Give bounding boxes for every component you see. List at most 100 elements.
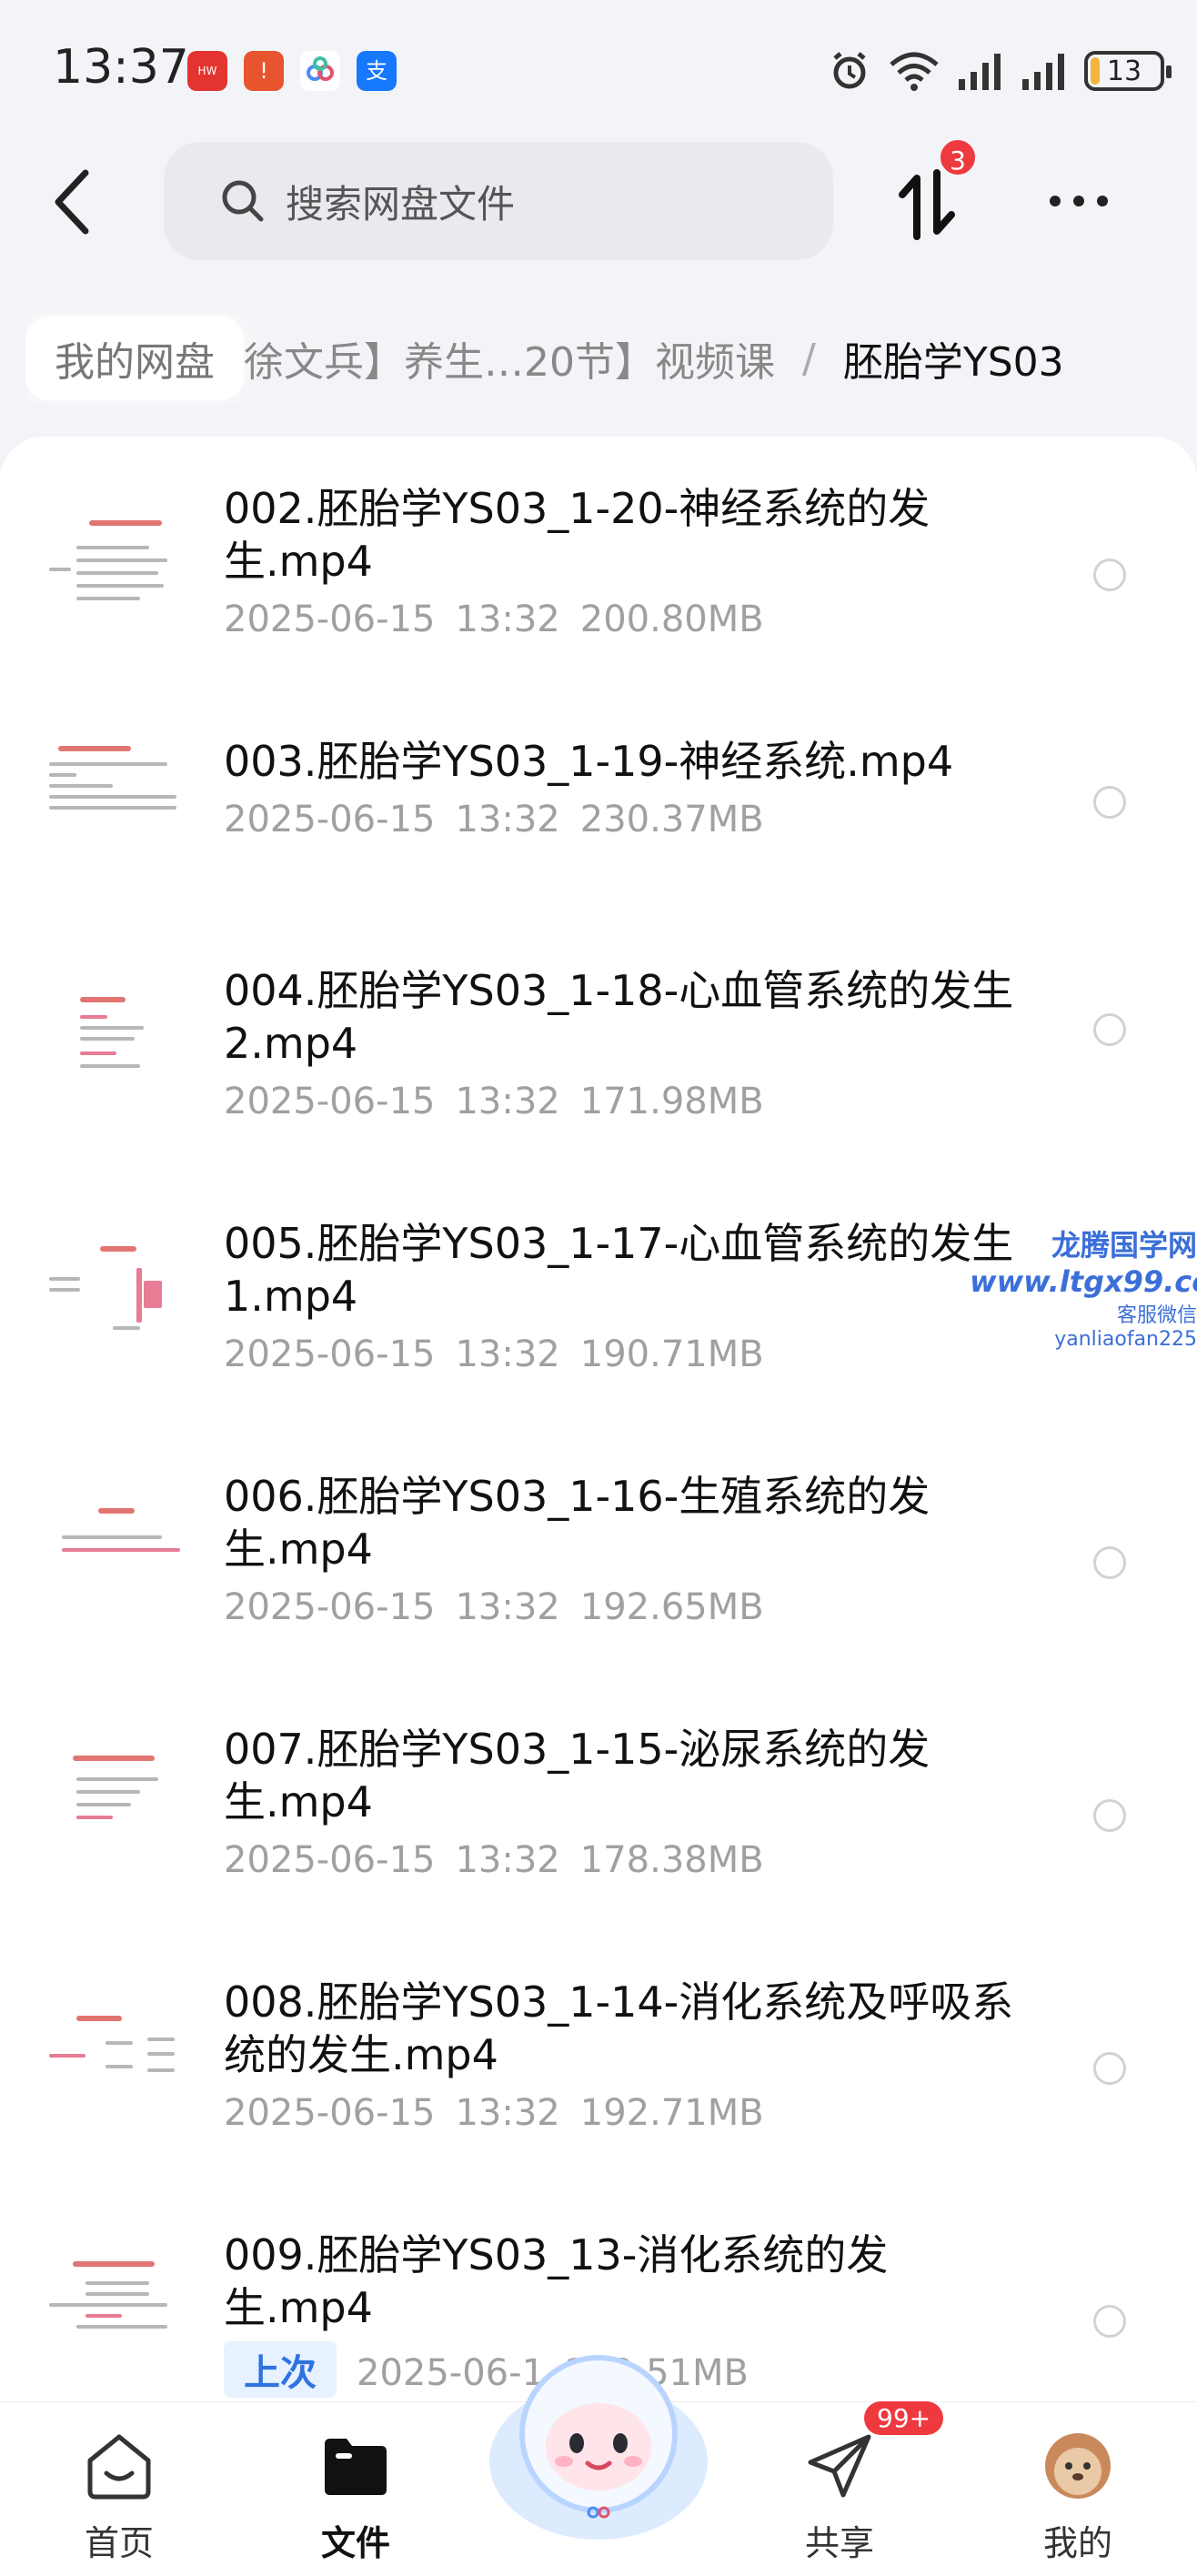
alipay-app-icon: 支 (357, 51, 397, 91)
file-time: 13:32 (455, 2092, 560, 2134)
video-thumbnail (49, 515, 195, 615)
breadcrumb-root[interactable]: 我的网盘 (25, 317, 244, 400)
file-meta: 2025-06-15 13:32 200.80MB (224, 599, 784, 640)
file-size: 230.37MB (579, 799, 764, 840)
breadcrumb-separator: / (802, 335, 816, 382)
nav-mine-label: 我的 (1042, 2523, 1112, 2563)
file-item[interactable]: 007.胚胎学YS03_1-15-泌尿系统的发生.mp4 2025-06-15 1… (0, 1723, 1197, 1976)
select-radio[interactable] (1093, 1799, 1126, 1832)
nav-files-label: 文件 (320, 2523, 390, 2563)
signal-icon (959, 54, 1001, 90)
video-thumbnail (49, 1503, 195, 1603)
file-meta: 2025-06-15 13:32 230.37MB (224, 799, 784, 840)
select-radio[interactable] (1093, 786, 1126, 819)
avatar (1045, 2433, 1111, 2499)
more-button[interactable] (1042, 178, 1115, 224)
file-date: 2025-06-15 (224, 1081, 436, 1122)
alarm-icon (833, 52, 866, 89)
watermark: 龙腾国学网 www.ltgx99.com 客服微信 yanliaofan225 (970, 1223, 1197, 1351)
file-size: 178.38MB (579, 1839, 764, 1881)
nav-mine[interactable]: 我的 (1001, 2430, 1155, 2565)
mascot-button[interactable] (480, 2334, 717, 2543)
breadcrumb-middle[interactable]: 徐文兵】养生…20节】视频课 (244, 329, 775, 387)
file-date: 2025-06-15 (224, 1586, 436, 1628)
nav-files[interactable]: 文件 (278, 2430, 433, 2565)
search-placeholder: 搜索网盘文件 (286, 181, 516, 226)
file-time: 13:32 (455, 799, 560, 840)
search-icon (222, 180, 264, 222)
nav-share[interactable]: 共享 (762, 2430, 917, 2565)
file-name: 008.胚胎学YS03_1-14-消化系统及呼吸系统的发生.mp4 (224, 1977, 1014, 2079)
file-size: 192.71MB (579, 2092, 764, 2134)
select-radio[interactable] (1093, 2052, 1126, 2085)
chevron-left-icon (55, 169, 89, 235)
file-name: 004.胚胎学YS03_1-18-心血管系统的发生2.mp4 (224, 966, 1014, 1068)
nav-home-label: 首页 (84, 2523, 154, 2563)
file-item[interactable]: 003.胚胎学YS03_1-19-神经系统.mp4 2025-06-15 13:3… (0, 735, 1197, 988)
status-time: 13:37 (53, 40, 189, 95)
watermark-title: 龙腾国学网 (1051, 1228, 1197, 1263)
battery-level: 13 (1106, 55, 1142, 87)
breadcrumb: 我的网盘 徐文兵】养生…20节】视频课 / 胚胎学YS03 (25, 313, 1197, 404)
battery-fill (1091, 57, 1101, 85)
signal-icon-2 (1022, 54, 1064, 90)
transfer-badge: 3 (937, 136, 979, 178)
file-date: 2025-06-15 (224, 2092, 436, 2134)
file-name: 007.胚胎学YS03_1-15-泌尿系统的发生.mp4 (224, 1725, 930, 1826)
select-radio[interactable] (1093, 1546, 1126, 1579)
file-meta: 2025-06-15 13:32 171.98MB (224, 1081, 784, 1122)
file-item[interactable]: 002.胚胎学YS03_1-20-神经系统的发生.mp4 2025-06-15 1… (0, 482, 1197, 735)
video-thumbnail (49, 991, 195, 1092)
file-time: 13:32 (455, 1839, 560, 1881)
battery-icon: 13 (1084, 51, 1172, 91)
file-date: 2025-06-15 (224, 599, 436, 640)
breadcrumb-current: 胚胎学YS03 (842, 339, 1064, 386)
file-meta: 2025-06-15 13:32 178.38MB (224, 1839, 784, 1881)
file-name: 002.胚胎学YS03_1-20-神经系统的发生.mp4 (224, 484, 930, 586)
search-input[interactable]: 搜索网盘文件 (164, 142, 833, 260)
select-radio[interactable] (1093, 1013, 1126, 1046)
select-radio[interactable] (1093, 558, 1126, 591)
file-size: 200.80MB (579, 599, 764, 640)
file-item[interactable]: 004.胚胎学YS03_1-18-心血管系统的发生2.mp4 2025-06-1… (0, 964, 1197, 1217)
file-date: 2025-06-15 (224, 1333, 436, 1375)
more-icon (1050, 196, 1108, 206)
file-name: 006.胚胎学YS03_1-16-生殖系统的发生.mp4 (224, 1472, 930, 1574)
file-time: 13:32 (455, 1333, 560, 1375)
home-icon (87, 2434, 151, 2500)
file-name: 003.胚胎学YS03_1-19-神经系统.mp4 (224, 737, 954, 786)
video-thumbnail (49, 2256, 195, 2356)
file-meta: 2025-06-15 13:32 192.65MB (224, 1586, 784, 1628)
send-icon (808, 2434, 871, 2498)
video-thumbnail (49, 1750, 195, 1850)
file-time: 13:32 (455, 1081, 560, 1122)
select-radio[interactable] (1093, 2305, 1126, 2338)
back-button[interactable] (45, 166, 100, 238)
file-size: 171.98MB (579, 1081, 764, 1122)
file-date: 2025-06-15 (224, 1839, 436, 1881)
video-thumbnail (49, 1241, 195, 1341)
video-thumbnail (49, 2010, 195, 2110)
folder-icon (325, 2439, 387, 2495)
file-time: 13:32 (455, 599, 560, 640)
nav-share-label: 共享 (804, 2523, 874, 2563)
video-thumbnail (49, 740, 195, 840)
file-name: 009.胚胎学YS03_13-消化系统的发生.mp4 (224, 2230, 889, 2332)
status-indicators: 13 (828, 45, 1172, 96)
huawei-app-icon: HW (187, 51, 227, 91)
mascot-icon (489, 2355, 708, 2540)
nav-home[interactable]: 首页 (42, 2430, 196, 2565)
status-bar: 13:37 HW ! 支 13 (0, 0, 1197, 136)
file-item[interactable]: 006.胚胎学YS03_1-16-生殖系统的发生.mp4 2025-06-15 1… (0, 1470, 1197, 1723)
file-time: 13:32 (455, 1586, 560, 1628)
file-meta: 2025-06-15 13:32 192.71MB (224, 2092, 784, 2134)
last-viewed-tag: 上次 (224, 2341, 337, 2398)
file-name: 005.胚胎学YS03_1-17-心血管系统的发生1.mp4 (224, 1219, 1014, 1321)
file-date: 2025-06-15 (224, 799, 436, 840)
watermark-contact: 客服微信 yanliaofan225 (1054, 1304, 1197, 1351)
notification-app-icon: ! (244, 51, 284, 91)
file-size: 192.65MB (579, 1586, 764, 1628)
wifi-icon (890, 52, 939, 91)
file-list: 002.胚胎学YS03_1-20-神经系统的发生.mp4 2025-06-15 1… (0, 437, 1197, 2401)
file-item[interactable]: 008.胚胎学YS03_1-14-消化系统及呼吸系统的发生.mp4 2025-0… (0, 1976, 1197, 2229)
